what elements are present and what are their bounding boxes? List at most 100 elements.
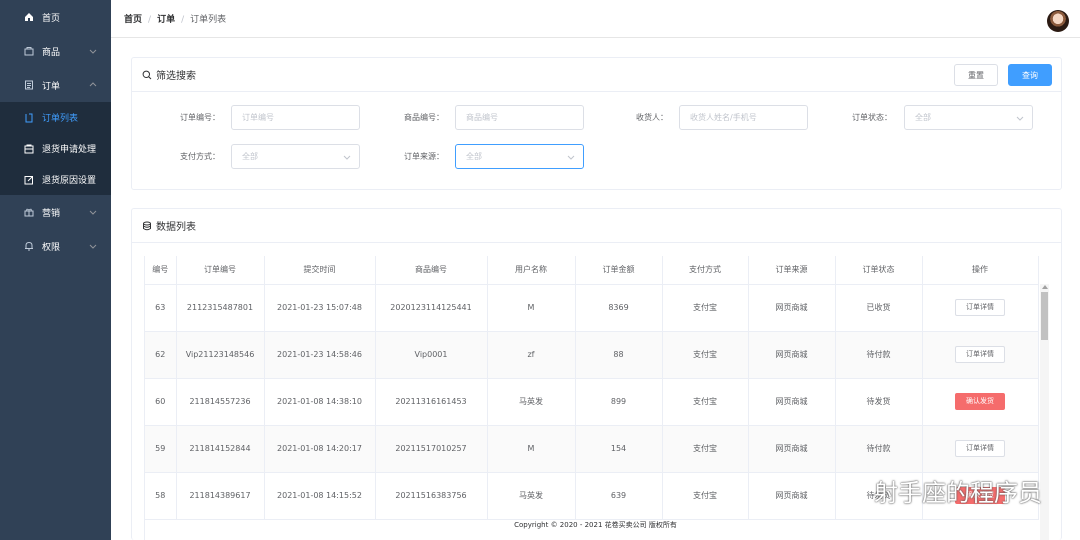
- order-source-select[interactable]: 全部: [455, 144, 584, 169]
- sidebar-item-order[interactable]: 订单: [0, 68, 111, 102]
- table-cell-id: 58: [145, 472, 177, 520]
- column-header: 提交时间: [264, 256, 376, 285]
- table-cell-amount: 88: [575, 331, 663, 379]
- scrollbar-thumb[interactable]: [1041, 292, 1048, 340]
- user-avatar[interactable]: [1047, 10, 1069, 32]
- order-source-label: 订单来源：: [404, 152, 444, 161]
- order-no-input[interactable]: 订单编号: [231, 105, 360, 130]
- confirm-ship-button[interactable]: 确认发货: [955, 393, 1005, 410]
- table-cell-goods-no: 2020123114125441: [375, 284, 488, 332]
- goods-no-label: 商品编号：: [404, 113, 444, 122]
- reset-button[interactable]: 重置: [954, 64, 998, 86]
- gift-icon: [24, 207, 34, 217]
- watermark: 射手座的程序员: [838, 473, 1042, 508]
- sidebar-item-label: 营销: [42, 208, 61, 219]
- sidebar-item-label: 订单列表: [42, 114, 79, 124]
- sidebar-item-label: 退货原因设置: [42, 176, 97, 186]
- column-header: 用户名称: [487, 256, 576, 285]
- table-cell-order-no: Vip21123148546: [176, 331, 265, 379]
- receiver-input[interactable]: 收货人姓名/手机号: [679, 105, 808, 130]
- table-cell-source: 网页商城: [748, 378, 836, 426]
- order-status-select[interactable]: 全部: [904, 105, 1033, 130]
- chevron-down-icon: [343, 155, 351, 160]
- table-cell-id: 62: [145, 331, 177, 379]
- table-header-row: 编号 订单编号 提交时间 商品编号 用户名称 订单金额 支付方式 订单来源 订单…: [145, 256, 1039, 285]
- goods-no-input[interactable]: 商品编号: [455, 105, 584, 130]
- table-cell-pay: 支付宝: [662, 378, 749, 426]
- table-cell-id: 63: [145, 284, 177, 332]
- table-cell-user: zf: [487, 331, 576, 379]
- table-cell-time: 2021-01-08 14:38:10: [264, 378, 376, 426]
- breadcrumb-home[interactable]: 首页: [124, 15, 142, 25]
- pay-method-select[interactable]: 全部: [231, 144, 360, 169]
- main-content: 筛选搜索 重置 查询 订单编号： 订单编号 商品编号： 商品编号 收货人： 收货…: [111, 39, 1080, 540]
- order-status-value: 全部: [915, 113, 931, 122]
- table-cell-action: 确认发货: [922, 378, 1039, 426]
- goods-icon: [24, 46, 34, 56]
- column-header: 订单编号: [176, 256, 265, 285]
- table-cell-order-no: 211814152844: [176, 425, 265, 473]
- chevron-down-icon: [89, 244, 97, 249]
- sidebar-item-permission[interactable]: 权限: [0, 229, 111, 263]
- order-status-label: 订单状态：: [852, 113, 892, 122]
- table-cell-status: 待付款: [835, 331, 923, 379]
- search-icon: [142, 70, 152, 79]
- bell-icon: [24, 241, 34, 251]
- sidebar-item-label: 订单: [42, 81, 61, 92]
- breadcrumb-current: 订单列表: [190, 15, 227, 25]
- sidebar-item-order-list[interactable]: 订单列表: [0, 102, 111, 133]
- query-button[interactable]: 查询: [1008, 64, 1052, 86]
- order-no-label: 订单编号：: [180, 113, 220, 122]
- table-cell-order-no: 2112315487801: [176, 284, 265, 332]
- table-cell-id: 60: [145, 378, 177, 426]
- filter-row-2: 支付方式： 全部 订单来源： 全部: [132, 144, 1061, 170]
- breadcrumb-order[interactable]: 订单: [157, 15, 175, 25]
- sidebar-item-label: 退货申请处理: [42, 145, 97, 155]
- sidebar-item-goods[interactable]: 商品: [0, 34, 111, 68]
- column-header: 操作: [922, 256, 1039, 285]
- table-cell-status: 待发货: [835, 378, 923, 426]
- filter-row-1: 订单编号： 订单编号 商品编号： 商品编号 收货人： 收货人姓名/手机号 订单状…: [132, 105, 1061, 131]
- sidebar-item-home[interactable]: 首页: [0, 0, 111, 34]
- filter-header: 筛选搜索: [132, 58, 1061, 92]
- chevron-down-icon: [89, 49, 97, 54]
- table-cell-user: 马英发: [487, 378, 576, 426]
- table-cell-time: 2021-01-23 14:58:46: [264, 331, 376, 379]
- chevron-down-icon: [567, 155, 575, 160]
- table-cell-time: 2021-01-08 14:20:17: [264, 425, 376, 473]
- table-cell-action: 订单详情: [922, 425, 1039, 473]
- sidebar-item-return-reason[interactable]: 退货原因设置: [0, 164, 111, 195]
- column-header: 商品编号: [375, 256, 488, 285]
- order-detail-button[interactable]: 订单详情: [955, 299, 1005, 316]
- table-cell-pay: 支付宝: [662, 331, 749, 379]
- table-cell-source: 网页商城: [748, 425, 836, 473]
- scroll-up-icon[interactable]: [1042, 285, 1048, 289]
- table-cell-status: 已收货: [835, 284, 923, 332]
- table-cell-goods-no: 20211316161453: [375, 378, 488, 426]
- chevron-up-icon: [89, 82, 97, 87]
- table-cell-pay: 支付宝: [662, 472, 749, 520]
- filter-title: 筛选搜索: [156, 71, 196, 82]
- table-row: 63 2112315487801 2021-01-23 15:07:48 202012…: [145, 284, 1039, 332]
- sidebar-item-marketing[interactable]: 营销: [0, 195, 111, 229]
- table-cell-goods-no: 20211517010257: [375, 425, 488, 473]
- database-icon: [143, 221, 151, 230]
- table-cell-user: 马英发: [487, 472, 576, 520]
- table-cell-action: 订单详情: [922, 284, 1039, 332]
- order-detail-button[interactable]: 订单详情: [955, 346, 1005, 363]
- table-cell-goods-no: 20211516383756: [375, 472, 488, 520]
- table-cell-time: 2021-01-23 15:07:48: [264, 284, 376, 332]
- table-cell-pay: 支付宝: [662, 425, 749, 473]
- table-cell-source: 网页商城: [748, 284, 836, 332]
- return-apply-icon: [24, 144, 34, 154]
- table-cell-source: 网页商城: [748, 472, 836, 520]
- table-row: 59 211814152844 2021-01-08 14:20:17 2021151…: [145, 425, 1039, 473]
- watermark-text: 射手座的程序员: [874, 479, 1042, 507]
- order-detail-button[interactable]: 订单详情: [955, 440, 1005, 457]
- sidebar-item-return-apply[interactable]: 退货申请处理: [0, 133, 111, 164]
- table-cell-amount: 154: [575, 425, 663, 473]
- data-list-header: 数据列表: [132, 209, 1061, 243]
- filter-card: 筛选搜索 重置 查询 订单编号： 订单编号 商品编号： 商品编号 收货人： 收货…: [131, 57, 1062, 190]
- breadcrumb-separator: /: [148, 15, 152, 25]
- order-submenu: 订单列表 退货申请处理 退货原因设置: [0, 102, 111, 195]
